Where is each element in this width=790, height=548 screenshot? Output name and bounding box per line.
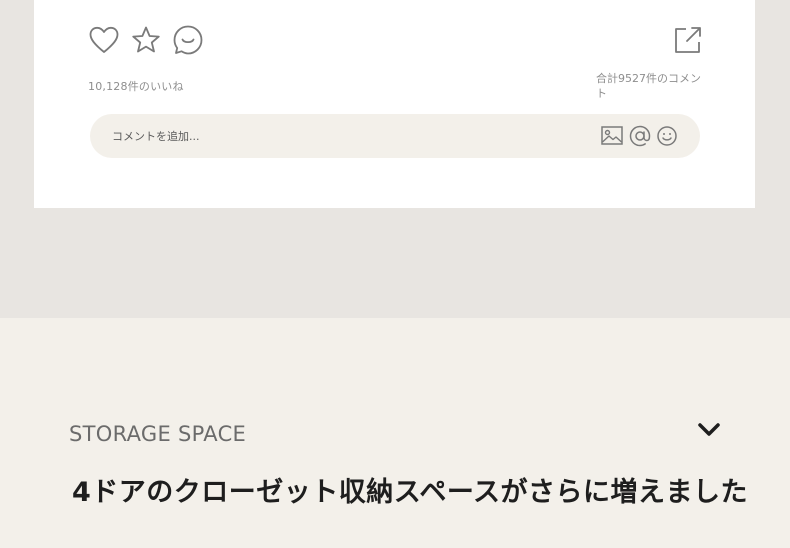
smiley-icon[interactable]	[651, 120, 683, 152]
section-label: STORAGE SPACE	[69, 422, 247, 446]
chevron-down-icon[interactable]	[696, 420, 722, 440]
star-icon[interactable]	[130, 24, 162, 56]
comment-count: 合計9527件のコメント	[596, 72, 701, 100]
post-card: 10,128件のいいね 合計9527件のコメント	[34, 0, 755, 208]
comment-box	[90, 114, 700, 158]
heart-icon[interactable]	[88, 24, 120, 56]
comment-input[interactable]	[112, 126, 572, 146]
like-count: 10,128件のいいね	[88, 80, 184, 93]
speech-bubble-icon[interactable]	[172, 24, 204, 56]
section-headline: 4ドアのクローゼット収納スペースがさらに増えました	[72, 477, 749, 508]
share-external-icon[interactable]	[672, 24, 704, 56]
